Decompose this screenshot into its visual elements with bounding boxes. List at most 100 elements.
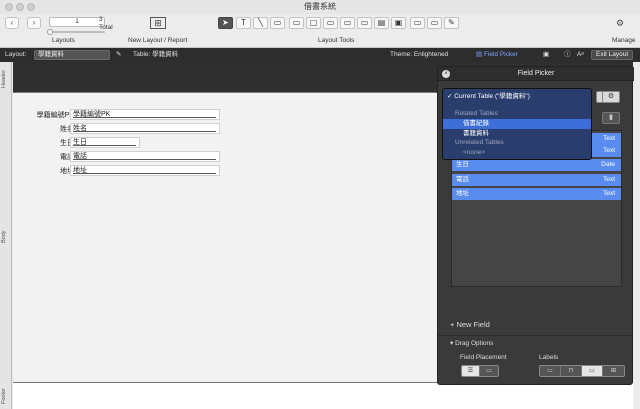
- labels-label: Labels: [539, 354, 559, 361]
- form-field[interactable]: 學籍編號PK: [70, 109, 220, 120]
- field-label[interactable]: 生日: [14, 138, 74, 148]
- window-title: 借書系統: [304, 2, 336, 11]
- field-list-row[interactable]: 地址 Text: [452, 188, 621, 200]
- button-icon: ▢: [309, 18, 318, 27]
- label-left-icon[interactable]: ▭: [582, 366, 603, 376]
- field-picker-toggle[interactable]: ▤ Field Picker: [476, 48, 518, 62]
- field-label[interactable]: 姓名: [14, 124, 74, 134]
- chevron-right-icon: ›: [32, 18, 36, 27]
- field-picker-view-button[interactable]: ▮: [602, 112, 620, 124]
- portal-tool[interactable]: ▤: [374, 17, 389, 29]
- field-list-row[interactable]: 生日 Date: [452, 159, 621, 171]
- field-picker-title: Field Picker: [438, 67, 634, 81]
- popover-tool[interactable]: ▭: [410, 17, 425, 29]
- drag-options-label: Drag Options: [455, 340, 494, 347]
- footer-part[interactable]: [13, 382, 633, 409]
- rectangle-icon: ▭: [273, 18, 282, 27]
- next-record-button[interactable]: ›: [27, 17, 41, 29]
- new-field-button[interactable]: + New Field: [450, 320, 490, 329]
- manage-label: Manage: [612, 37, 636, 44]
- layout-label: Layout:: [5, 51, 27, 58]
- toolbar: ‹ › 1 3 Total Layouts ⊞ New Layout / Rep…: [0, 14, 640, 48]
- field-picker-toggle-label: Field Picker: [483, 51, 518, 58]
- field-type: Text: [603, 176, 615, 183]
- close-window-button[interactable]: [5, 3, 13, 11]
- record-slider-knob[interactable]: [47, 29, 53, 35]
- previous-record-button[interactable]: ‹: [5, 17, 19, 29]
- field-underline: [73, 173, 216, 174]
- button-bar-tool[interactable]: ▭: [323, 17, 338, 29]
- related-table-option[interactable]: 借書紀錄: [443, 119, 591, 129]
- field-underline: [73, 131, 216, 132]
- unrelated-tables-heading: Unrelated Tables: [455, 139, 504, 146]
- folder-icon: ▭: [343, 18, 352, 27]
- label-right-icon[interactable]: ⊞: [603, 366, 624, 376]
- field-type: Text: [603, 190, 615, 197]
- table-dropdown-menu: ✓ Current Table ("學籍資料") Related Tables …: [442, 88, 592, 160]
- format-painter-tool[interactable]: ✎: [444, 17, 459, 29]
- layout-tools-label: Layout Tools: [318, 37, 355, 44]
- slide-control-tool[interactable]: ▭: [357, 17, 372, 29]
- field-underline: [73, 117, 216, 118]
- field-label[interactable]: 學籍編號PK: [14, 110, 74, 120]
- part-label-body[interactable]: Body: [1, 222, 11, 252]
- layout-select-value: 學籍資料: [38, 51, 64, 58]
- divider: [438, 335, 632, 336]
- portal-icon: ▤: [377, 18, 386, 27]
- form-field[interactable]: 姓名: [70, 123, 220, 134]
- field-list-row[interactable]: 電話 Text: [452, 174, 621, 186]
- layout-bar: Layout: 學籍資料 ✎ Table: 學籍資料 Theme: Enligh…: [0, 48, 640, 62]
- record-total: 3: [99, 16, 103, 23]
- pencil-icon[interactable]: ✎: [116, 48, 121, 62]
- zoom-window-button[interactable]: [27, 3, 35, 11]
- label-none-icon[interactable]: ▭: [540, 366, 561, 376]
- font-size-icon[interactable]: Aᵃ: [577, 48, 584, 62]
- horizontal-placement-icon[interactable]: ▭: [480, 366, 498, 376]
- slide-icon: ▭: [360, 18, 369, 27]
- field-label[interactable]: 電話: [14, 152, 74, 162]
- field-picker-settings-button[interactable]: ⚙: [602, 91, 620, 103]
- web-viewer-tool[interactable]: ▣: [391, 17, 406, 29]
- field-placement-segmented[interactable]: ☰ ▭: [461, 365, 499, 377]
- exit-layout-button[interactable]: Exit Layout: [591, 50, 634, 60]
- text-tool[interactable]: T: [236, 17, 251, 29]
- popover-button-tool[interactable]: ▭: [427, 17, 442, 29]
- form-field[interactable]: 地址: [70, 165, 220, 176]
- layout-select[interactable]: 學籍資料: [34, 50, 110, 60]
- current-table-option[interactable]: ✓ Current Table ("學籍資料"): [443, 92, 591, 102]
- gear-icon[interactable]: ⚙: [613, 17, 627, 29]
- chevron-left-icon: ‹: [10, 18, 14, 27]
- text-icon: T: [241, 18, 246, 27]
- rectangle-tool[interactable]: ▭: [270, 17, 285, 29]
- form-field[interactable]: 電話: [70, 151, 220, 162]
- line-icon: ╲: [258, 18, 263, 27]
- new-layout-icon[interactable]: ⊞: [150, 17, 166, 29]
- label-top-icon[interactable]: ⊓: [561, 366, 582, 376]
- record-number-input[interactable]: 1: [49, 17, 105, 27]
- button-bar-icon: ▭: [326, 18, 335, 27]
- record-slider-track[interactable]: [49, 31, 105, 33]
- tab-control-tool[interactable]: ▭: [340, 17, 355, 29]
- drag-options-toggle[interactable]: ▾ Drag Options: [450, 339, 493, 347]
- vertical-placement-icon[interactable]: ☰: [462, 366, 480, 376]
- part-label-header[interactable]: Header: [1, 66, 11, 92]
- info-icon[interactable]: ⓘ: [564, 48, 571, 62]
- form-field[interactable]: 生日: [70, 137, 140, 148]
- minimize-window-button[interactable]: [16, 3, 24, 11]
- unrelated-none-option: <none>: [463, 149, 486, 156]
- field-name: 生日: [456, 161, 469, 168]
- part-label-footer[interactable]: Footer: [1, 384, 11, 408]
- line-tool[interactable]: ╲: [253, 17, 268, 29]
- theme-label: Theme: Enlightened: [390, 51, 449, 58]
- pointer-tool[interactable]: ➤: [218, 17, 233, 29]
- layouts-label: Layouts: [52, 37, 75, 44]
- inspector-icon[interactable]: ▣: [543, 48, 549, 62]
- labels-segmented[interactable]: ▭ ⊓ ▭ ⊞: [539, 365, 625, 377]
- part-label-column: Header Body Footer: [0, 62, 12, 409]
- field-tool[interactable]: ▭: [289, 17, 304, 29]
- button-tool[interactable]: ▢: [306, 17, 321, 29]
- field-type: Text: [603, 135, 615, 142]
- popover-button-icon: ▭: [430, 18, 439, 27]
- field-label[interactable]: 地址: [14, 166, 74, 176]
- close-icon[interactable]: ×: [442, 70, 450, 78]
